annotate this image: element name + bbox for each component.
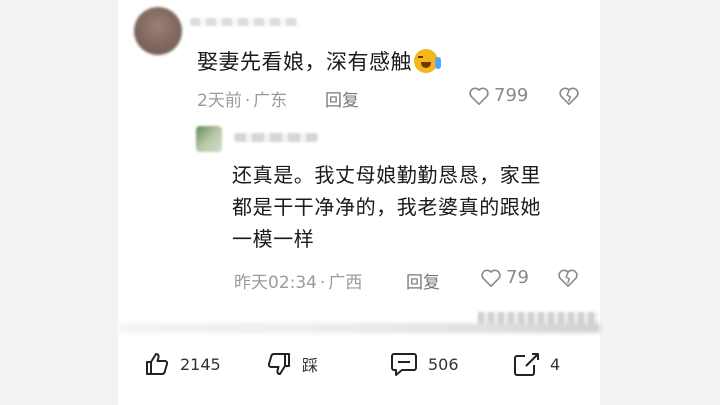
like-count: 799 — [494, 85, 529, 106]
broken-heart-icon[interactable] — [558, 86, 580, 106]
reply-location: 广西 — [328, 273, 363, 293]
reply-time: 昨天02:34 — [234, 273, 317, 293]
reply-like-count: 79 — [506, 267, 529, 288]
meta-separator: · — [320, 273, 326, 293]
comment-time: 2天前 — [197, 91, 242, 111]
comment-text: 娶妻先看娘，深有感触 — [197, 46, 441, 76]
like-post-button[interactable]: 2145 — [144, 351, 221, 377]
crying-face-emoji — [414, 49, 441, 73]
right-blank-margin — [600, 0, 720, 405]
username-blurred[interactable] — [190, 18, 298, 26]
comment-meta: 2天前 · 广东 — [197, 86, 287, 111]
reply-reply-button[interactable]: 回复 — [406, 268, 440, 293]
comment-location: 广东 — [253, 91, 288, 111]
divider — [118, 323, 600, 333]
dislike-label: 踩 — [302, 356, 319, 375]
heart-icon — [481, 269, 501, 287]
reply-meta: 昨天02:34 · 广西 — [234, 268, 362, 293]
share-button[interactable]: 4 — [512, 351, 560, 377]
broken-heart-icon[interactable] — [557, 268, 579, 288]
dislike-post-button[interactable]: 踩 — [266, 351, 318, 377]
comment-text-content: 娶妻先看娘，深有感触 — [197, 50, 412, 74]
bottom-toolbar: 2145 踩 506 4 — [118, 346, 600, 391]
comment-bubble-icon — [391, 353, 417, 376]
reply-line: 还真是。我丈母娘勤勤恳恳，家里 — [232, 163, 541, 187]
reply-text: 还真是。我丈母娘勤勤恳恳，家里 都是干干净净的，我老婆真的跟她 一模一样 — [232, 159, 541, 255]
left-blank-margin — [0, 0, 118, 405]
avatar[interactable] — [134, 7, 182, 55]
comment-button[interactable]: 506 — [390, 351, 459, 377]
share-count: 4 — [550, 354, 561, 374]
reply-line: 一模一样 — [232, 227, 315, 251]
thumbs-down-icon — [267, 353, 290, 375]
reply-button[interactable]: 回复 — [325, 86, 359, 111]
reply-like-button[interactable]: 79 — [480, 267, 529, 288]
post-like-count: 2145 — [180, 354, 221, 374]
like-button[interactable]: 799 — [468, 85, 528, 106]
meta-separator: · — [244, 91, 251, 111]
thumbs-up-icon — [146, 353, 169, 375]
reply-line: 都是干干净净的，我老婆真的跟她 — [232, 195, 541, 219]
share-icon — [514, 353, 539, 376]
reply-username-blurred[interactable] — [234, 133, 318, 142]
heart-icon — [469, 87, 489, 105]
reply-avatar[interactable] — [196, 126, 222, 152]
comment-count: 506 — [428, 354, 459, 374]
comment-card: 娶妻先看娘，深有感触 2天前 · 广东 回复 799 还真是。我丈母娘勤勤恳恳，家里… — [118, 0, 600, 405]
